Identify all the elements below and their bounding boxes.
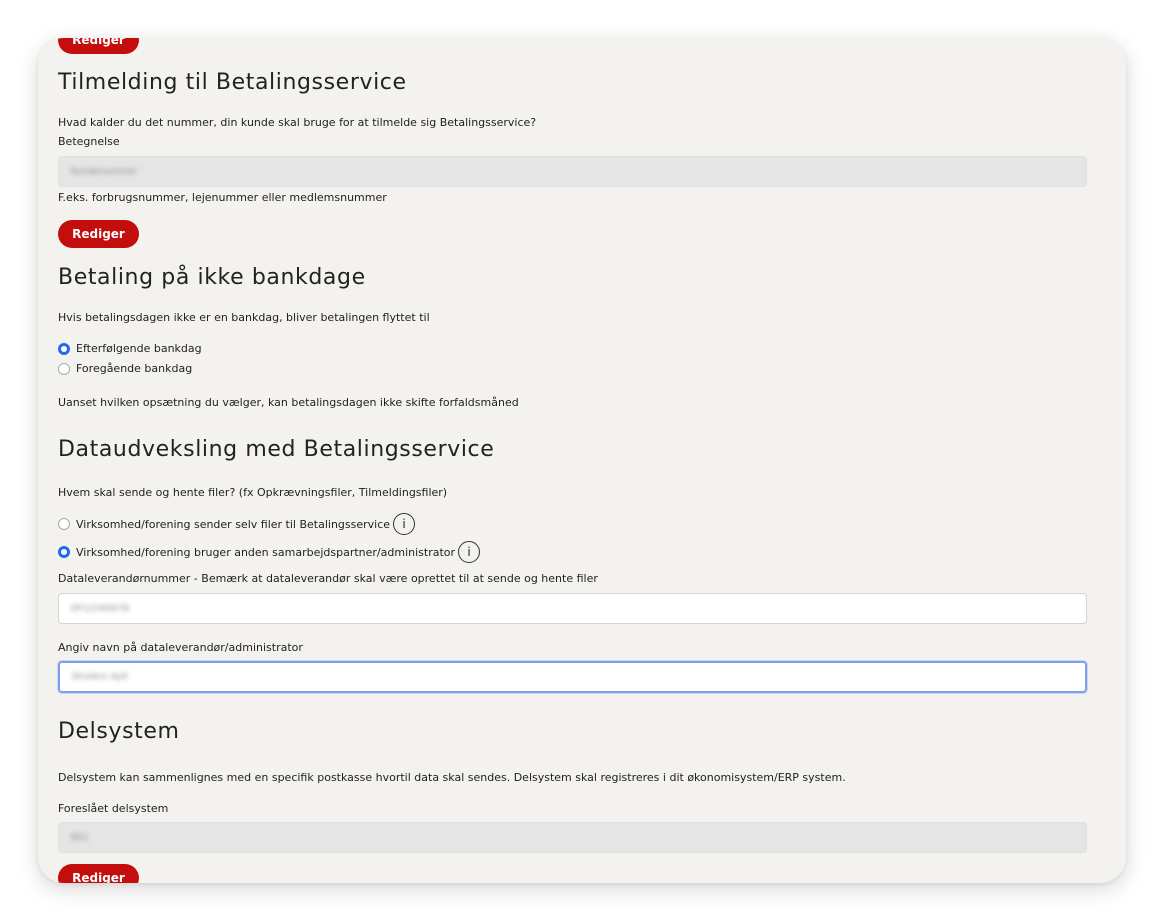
tilmelding-question: Hvad kalder du det nummer, din kunde ska… xyxy=(58,116,537,129)
betegnelse-label: Betegnelse xyxy=(58,135,120,148)
radio-label: Virksomhed/forening sender selv filer ti… xyxy=(76,517,391,531)
bankdage-description: Hvis betalingsdagen ikke er en bankdag, … xyxy=(58,311,430,324)
radio-option-sender-selv[interactable]: Virksomhed/forening sender selv filer ti… xyxy=(58,513,416,535)
supplier-number-value: DF12345678 xyxy=(71,603,129,614)
radio-button-checked[interactable] xyxy=(58,342,70,355)
delsystem-value: BS1 xyxy=(71,832,89,843)
edit-button-tilmelding[interactable]: Rediger xyxy=(58,220,139,248)
delsystem-description: Delsystem kan sammenlignes med en specif… xyxy=(58,771,846,784)
section-title-bankdage: Betaling på ikke bankdage xyxy=(58,265,366,290)
betegnelse-value: Kundenummer xyxy=(71,166,138,177)
radio-button-checked[interactable] xyxy=(58,546,70,558)
supplier-number-input[interactable]: DF12345678 xyxy=(58,593,1087,624)
section-title-dataudveksling: Dataudveksling med Betalingsservice xyxy=(58,437,495,462)
radio-label: Efterfølgende bankdag xyxy=(76,342,202,355)
radio-option-samarbejdspartner[interactable]: Virksomhed/forening bruger anden samarbe… xyxy=(58,541,481,563)
info-icon[interactable]: i xyxy=(393,513,416,535)
supplier-name-value: Dinebre ApS xyxy=(72,672,128,682)
radio-label: Virksomhed/forening bruger anden samarbe… xyxy=(76,545,456,559)
radio-option-foregaaende[interactable]: Foregående bankdag xyxy=(58,362,192,375)
settings-card: Rediger Tilmelding til Betalingsservice … xyxy=(38,38,1126,883)
radio-option-efterfoelgende[interactable]: Efterfølgende bankdag xyxy=(58,342,202,355)
supplier-number-label: Dataleverandørnummer - Bemærk at datalev… xyxy=(58,572,598,585)
section-title-delsystem: Delsystem xyxy=(58,719,180,744)
radio-button-unchecked[interactable] xyxy=(58,362,70,375)
dataudveksling-question: Hvem skal sende og hente filer? (fx Opkr… xyxy=(58,486,448,499)
bankdage-note: Uanset hvilken opsætning du vælger, kan … xyxy=(58,396,519,409)
info-icon[interactable]: i xyxy=(458,541,481,563)
edit-button-top[interactable]: Rediger xyxy=(58,38,139,54)
betegnelse-hint: F.eks. forbrugsnummer, lejenummer eller … xyxy=(58,191,387,204)
radio-label: Foregående bankdag xyxy=(76,362,193,375)
section-title-tilmelding: Tilmelding til Betalingsservice xyxy=(58,70,407,95)
delsystem-field: BS1 xyxy=(58,822,1087,853)
supplier-name-label: Angiv navn på dataleverandør/administrat… xyxy=(58,641,303,654)
radio-button-unchecked[interactable] xyxy=(58,518,70,530)
supplier-name-input[interactable]: Dinebre ApS xyxy=(58,661,1087,693)
edit-button-delsystem[interactable]: Rediger xyxy=(58,864,139,883)
betegnelse-field: Kundenummer xyxy=(58,156,1087,187)
delsystem-label: Foreslået delsystem xyxy=(58,802,169,815)
